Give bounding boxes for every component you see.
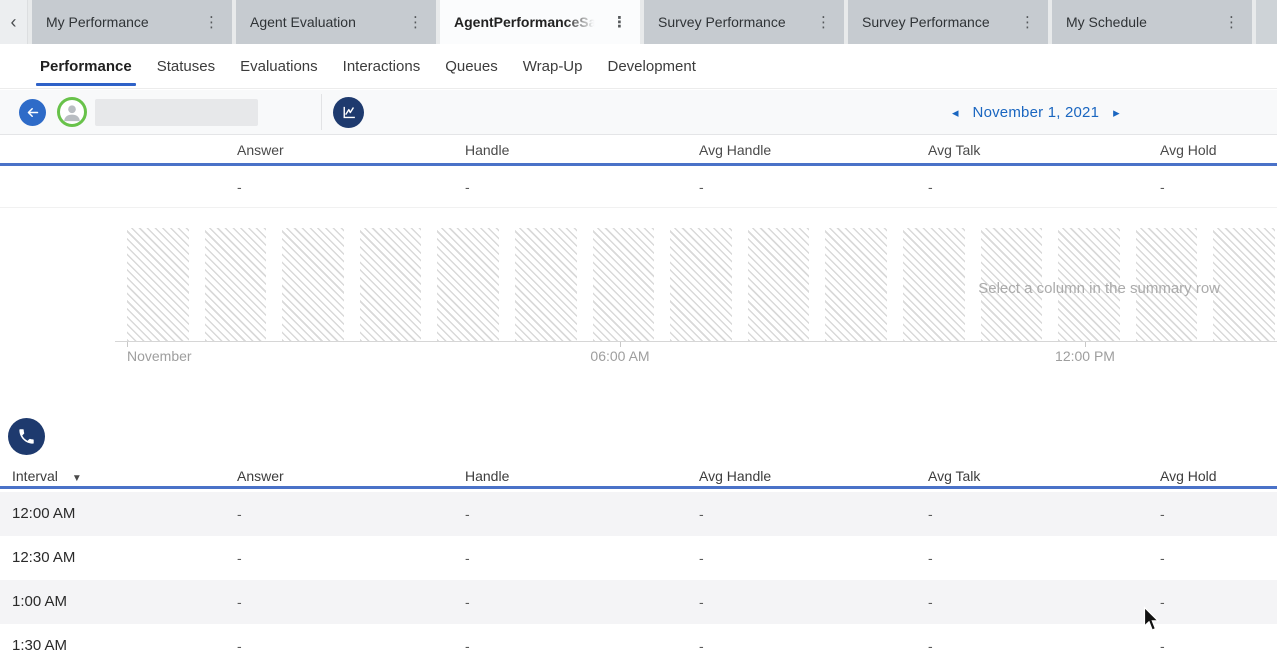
kebab-menu-icon[interactable]: ⋮ [611,13,628,32]
next-day-icon[interactable]: ▸ [1113,106,1120,119]
tab-interactions[interactable]: Interactions [343,44,421,88]
x-axis-label-12pm: 12:00 PM [1055,348,1115,364]
axis-tick [620,342,621,347]
tab-statuses[interactable]: Statuses [157,44,215,88]
summary-values-row: - - - - - [0,169,1277,208]
date-navigator: ◂ November 1, 2021 ▸ [952,90,1120,135]
tab-label: Agent Evaluation [250,14,356,30]
chart-empty-message: Select a column in the summary row [978,280,1220,297]
tab-evaluations[interactable]: Evaluations [240,44,318,88]
tab-wrap-up[interactable]: Wrap-Up [523,44,583,88]
previous-day-icon[interactable]: ◂ [952,106,959,119]
redacted-agent-name [95,99,258,126]
interval-cell: 12:00 AM [12,505,75,522]
browser-tab-agent-evaluation[interactable]: Agent Evaluation ⋮ [236,0,436,44]
browser-tab-survey-performance-2[interactable]: Survey Performance ⋮ [848,0,1048,44]
voice-media-button[interactable] [8,418,45,455]
browser-tab-strip: ‹ My Performance ⋮ Agent Evaluation ⋮ Ag… [0,0,1277,44]
interval-chart-placeholder: Select a column in the summary row Novem… [0,228,1277,368]
axis-tick [127,342,128,347]
table-row[interactable]: 1:00 AM - - - - - [0,580,1277,624]
summary-col-avg-handle[interactable]: Avg Handle [699,142,771,158]
summary-value: - [465,179,470,195]
browser-tab-my-schedule[interactable]: My Schedule ⋮ [1052,0,1252,44]
tab-label: Survey Performance [862,14,990,30]
table-row[interactable]: 12:00 AM - - - - - [0,492,1277,536]
browser-tab-agent-performance-active[interactable]: AgentPerformanceSa ⋮ [440,0,640,44]
table-row[interactable]: 1:30 AM - - - - - [0,624,1277,668]
tab-label: AgentPerformanceSa [454,14,596,30]
interval-col-avg-hold[interactable]: Avg Hold [1160,468,1217,484]
date-label[interactable]: November 1, 2021 [973,104,1100,121]
summary-col-answer[interactable]: Answer [237,142,284,158]
toolbar-divider [321,94,322,130]
interval-table-body: 12:00 AM - - - - - 12:30 AM - - - - - 1:… [0,492,1277,668]
kebab-menu-icon[interactable]: ⋮ [1019,13,1036,32]
tab-label: My Performance [46,14,149,30]
interval-col-interval[interactable]: Interval▼ [12,468,82,484]
browser-tab-survey-performance-1[interactable]: Survey Performance ⋮ [644,0,844,44]
section-nav: Performance Statuses Evaluations Interac… [0,44,1277,89]
axis-tick [1085,342,1086,347]
interval-col-handle[interactable]: Handle [465,468,509,484]
tab-label: My Schedule [1066,14,1147,30]
table-row[interactable]: 12:30 AM - - - - - [0,536,1277,580]
interval-col-avg-handle[interactable]: Avg Handle [699,468,771,484]
summary-value: - [237,179,242,195]
summary-value: - [699,179,704,195]
interval-header-row: Interval▼ Answer Handle Avg Handle Avg T… [0,460,1277,489]
agent-avatar[interactable] [57,97,87,127]
summary-header-row: Answer Handle Avg Handle Avg Talk Avg Ho… [0,135,1277,166]
summary-col-avg-hold[interactable]: Avg Hold [1160,142,1217,158]
interval-col-answer[interactable]: Answer [237,468,284,484]
arrow-left-icon [25,105,40,120]
browser-tab-my-performance[interactable]: My Performance ⋮ [32,0,232,44]
kebab-menu-icon[interactable]: ⋮ [407,13,424,32]
browser-tab-partial[interactable] [1256,0,1277,44]
tab-development[interactable]: Development [608,44,696,88]
tab-scroll-left-button[interactable]: ‹ [0,0,28,44]
interval-cell: 12:30 AM [12,549,75,566]
agent-toolbar: ◂ November 1, 2021 ▸ [0,90,1277,135]
kebab-menu-icon[interactable]: ⋮ [203,13,220,32]
summary-value: - [1160,179,1165,195]
sort-caret-icon[interactable]: ▼ [72,473,82,484]
tab-performance[interactable]: Performance [40,44,132,88]
line-chart-icon [340,104,357,121]
performance-chart-button[interactable] [333,97,364,128]
summary-col-avg-talk[interactable]: Avg Talk [928,142,980,158]
interval-cell: 1:30 AM [12,637,67,654]
tab-label: Survey Performance [658,14,786,30]
interval-cell: 1:00 AM [12,593,67,610]
x-axis-line [115,341,1277,342]
tab-queues[interactable]: Queues [445,44,498,88]
x-axis-label-november: November [127,348,192,364]
chevron-left-icon: ‹ [11,12,17,33]
summary-col-handle[interactable]: Handle [465,142,509,158]
phone-icon [17,427,36,446]
x-axis-label-6am: 06:00 AM [590,348,649,364]
interval-col-avg-talk[interactable]: Avg Talk [928,468,980,484]
back-button[interactable] [19,99,46,126]
summary-value: - [928,179,933,195]
kebab-menu-icon[interactable]: ⋮ [1223,13,1240,32]
person-icon [61,101,83,123]
kebab-menu-icon[interactable]: ⋮ [815,13,832,32]
